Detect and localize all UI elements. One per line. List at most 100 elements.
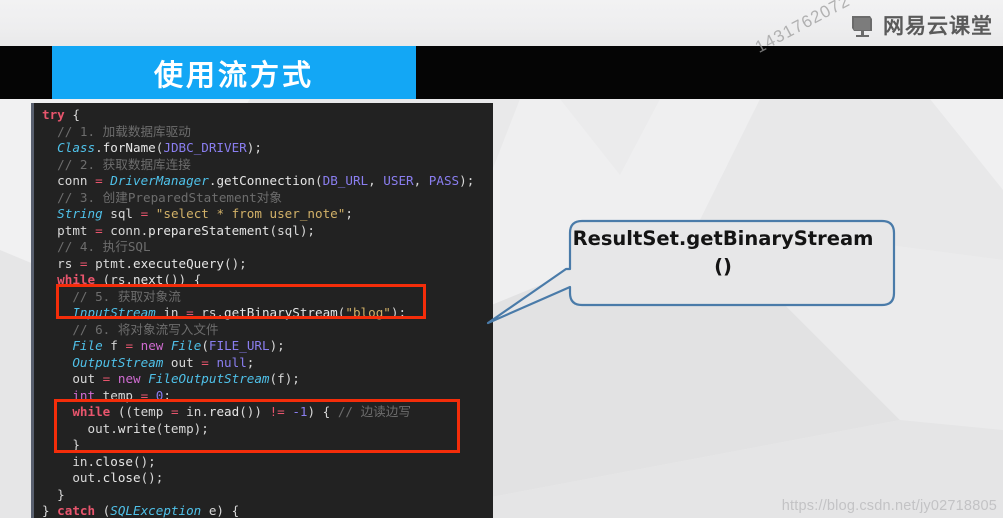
code-line: // 1. 加载数据库驱动 [42, 124, 493, 141]
code-token: InputStream [72, 305, 156, 320]
code-token: ptmt [42, 222, 96, 238]
code-token: conn. [102, 222, 149, 238]
code-token: in. [42, 453, 96, 469]
code-token: ; [345, 206, 353, 221]
code-token: // 边读边写 [337, 404, 411, 419]
code-token: temp [95, 387, 141, 403]
code-token: , [413, 173, 429, 188]
code-token: read [208, 404, 240, 419]
code-token: "select * from user_note" [155, 206, 346, 221]
code-token: rs [42, 255, 80, 271]
callout-bubble [486, 219, 896, 325]
code-token: f [102, 338, 126, 353]
code-token: executeQuery [133, 255, 225, 271]
code-token: close [102, 470, 141, 485]
code-token: // 1. 加载数据库驱动 [42, 123, 191, 139]
url-watermark: https://blog.csdn.net/jy02718805 [781, 498, 997, 514]
code-token: } [42, 437, 80, 452]
code-token: (); [133, 453, 156, 469]
code-line: ptmt = conn.prepareStatement(sql); [42, 223, 493, 240]
code-token: = [79, 255, 88, 271]
code-token: // 3. 创建PreparedStatement对象 [42, 189, 282, 205]
code-token: JDBC_DRIVER [163, 140, 247, 155]
code-token: = [95, 222, 103, 238]
code-line: // 3. 创建PreparedStatement对象 [42, 190, 493, 207]
code-token: // 4. 执行SQL [42, 239, 151, 254]
code-token: in [155, 305, 187, 320]
code-token: while [72, 404, 111, 419]
code-token: != [269, 404, 285, 419]
code-token: = [201, 354, 209, 370]
brand-logo: 网易云课堂 [850, 14, 993, 38]
code-token: out. [42, 420, 118, 436]
code-token: in. [178, 404, 209, 419]
code-token: FILE_URL [208, 338, 270, 353]
code-token: rs. [193, 305, 225, 320]
code-line: in.close(); [42, 454, 493, 471]
code-token: new [117, 371, 141, 386]
code-token: ()) { [163, 272, 202, 287]
code-token: (); [224, 255, 247, 271]
code-line: out.close(); [42, 470, 493, 487]
code-token: // 5. 获取对象流 [42, 288, 181, 304]
code-token: = [186, 305, 194, 320]
code-token: { [64, 107, 80, 122]
code-token: ); [269, 338, 285, 353]
code-token: SQLException [110, 503, 202, 518]
code-token: File [170, 338, 202, 353]
code-token: ( [201, 338, 209, 353]
code-line: // 4. 执行SQL [42, 239, 493, 256]
code-line: out = new FileOutputStream(f); [42, 371, 493, 388]
slide-title-banner: 使用流方式 [52, 46, 416, 99]
code-line: // 5. 获取对象流 [42, 289, 493, 306]
code-token: (); [140, 470, 164, 485]
code-token: DriverManager [110, 173, 209, 188]
code-line: try { [42, 107, 493, 124]
code-token: = [95, 173, 103, 188]
code-token: ( [95, 503, 111, 518]
code-token: out [163, 354, 202, 370]
code-line: while ((temp = in.read()) != -1) { // 边读… [42, 404, 493, 421]
code-line: while (rs.next()) { [42, 272, 493, 289]
code-token: close [95, 453, 133, 469]
code-token: sql [102, 206, 141, 221]
code-token: (rs. [95, 272, 134, 287]
code-token: ); [390, 305, 407, 320]
code-token: "blog" [345, 305, 391, 320]
code-token: null [216, 354, 247, 370]
code-line: conn = DriverManager.getConnection(DB_UR… [42, 173, 493, 190]
code-token: FileOutputStream [148, 371, 270, 386]
code-token: ( [315, 173, 323, 188]
code-token: ); [459, 173, 475, 188]
code-token: // 6. 将对象流写入文件 [42, 321, 219, 337]
code-token: (f); [269, 371, 300, 386]
code-line: File f = new File(FILE_URL); [42, 338, 493, 355]
code-token: out [42, 371, 103, 386]
code-token: out. [42, 470, 103, 485]
code-line: } catch (SQLException e) { [42, 503, 493, 518]
code-token: File [72, 338, 103, 353]
code-token: write [117, 420, 156, 436]
code-token: (temp); [155, 420, 209, 436]
code-token: = [125, 338, 134, 353]
code-token: Class [57, 140, 96, 155]
code-token: try [42, 107, 65, 122]
code-listing: try { // 1. 加载数据库驱动 Class.forName(JDBC_D… [34, 103, 493, 518]
code-token: PASS [428, 173, 460, 188]
page-title: 使用流方式 [153, 57, 314, 92]
code-token: ; [163, 387, 171, 403]
code-token: getConnection [216, 173, 316, 188]
code-token: } [42, 486, 65, 502]
